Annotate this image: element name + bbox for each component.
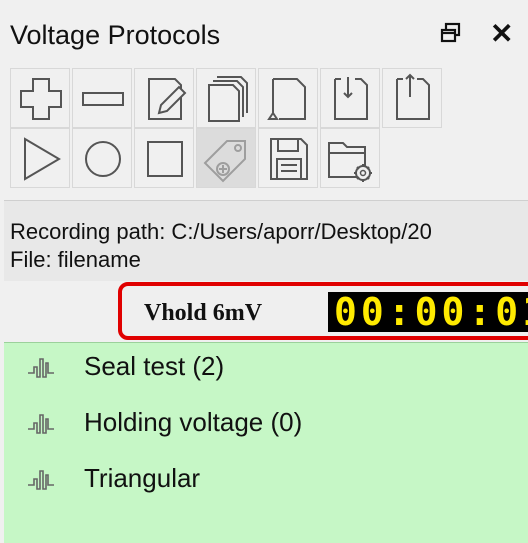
import-protocol-button[interactable] bbox=[320, 68, 380, 128]
toolbar-row-1 bbox=[10, 68, 528, 128]
export-icon bbox=[396, 73, 430, 120]
import-icon bbox=[334, 77, 368, 120]
close-icon[interactable]: ✕ bbox=[490, 20, 513, 48]
save-button[interactable] bbox=[258, 128, 318, 188]
toolbar-row-2 bbox=[10, 128, 528, 188]
tag-add-icon bbox=[203, 140, 246, 183]
add-tag-button[interactable] bbox=[196, 128, 256, 188]
remove-protocol-button[interactable] bbox=[72, 68, 132, 128]
list-item-label: Holding voltage (0) bbox=[84, 407, 303, 437]
waveform-icon bbox=[28, 470, 54, 490]
copy-protocol-button[interactable] bbox=[196, 68, 256, 128]
folder-settings-button[interactable] bbox=[320, 128, 380, 188]
recording-path-label: Recording path: C:/Users/aporr/Desktop/2… bbox=[10, 219, 432, 244]
plus-icon bbox=[20, 78, 62, 120]
float-window-icon[interactable] bbox=[440, 22, 462, 44]
new-document-icon bbox=[267, 78, 306, 120]
export-protocol-button[interactable] bbox=[382, 68, 442, 128]
circle-icon bbox=[85, 141, 121, 177]
run-protocol-button[interactable] bbox=[10, 128, 70, 188]
save-icon bbox=[270, 138, 308, 180]
list-item[interactable]: Triangular bbox=[4, 455, 528, 511]
minus-icon bbox=[82, 92, 124, 106]
list-item[interactable]: Seal test (2) bbox=[4, 343, 528, 399]
recording-info-panel: Recording path: C:/Users/aporr/Desktop/2… bbox=[4, 200, 528, 281]
protocol-list: Seal test (2) Holding voltage (0) Triang… bbox=[4, 342, 528, 543]
play-icon bbox=[24, 137, 61, 181]
waveform-icon bbox=[28, 358, 54, 378]
holding-status-box: Vhold 6mV 00:00:01 bbox=[118, 282, 528, 340]
record-button[interactable] bbox=[72, 128, 132, 188]
edit-protocol-button[interactable] bbox=[134, 68, 194, 128]
list-item-label: Triangular bbox=[84, 463, 201, 493]
stop-button[interactable] bbox=[134, 128, 194, 188]
new-document-button[interactable] bbox=[258, 68, 318, 128]
stop-icon bbox=[147, 141, 183, 177]
waveform-icon bbox=[28, 414, 54, 434]
copy-icon bbox=[208, 76, 248, 122]
dock-title-bar: Voltage Protocols ✕ bbox=[0, 0, 528, 66]
window-title: Voltage Protocols bbox=[10, 20, 221, 50]
list-item[interactable]: Holding voltage (0) bbox=[4, 399, 528, 455]
list-item-label: Seal test (2) bbox=[84, 351, 225, 381]
edit-icon bbox=[148, 78, 187, 120]
file-name-label: File: filename bbox=[10, 247, 141, 272]
elapsed-timer: 00:00:01 bbox=[328, 292, 528, 332]
timer-readout: 00:00:01 bbox=[334, 292, 528, 332]
vhold-label: Vhold 6mV bbox=[144, 300, 263, 326]
folder-settings-icon bbox=[328, 142, 372, 182]
add-protocol-button[interactable] bbox=[10, 68, 70, 128]
